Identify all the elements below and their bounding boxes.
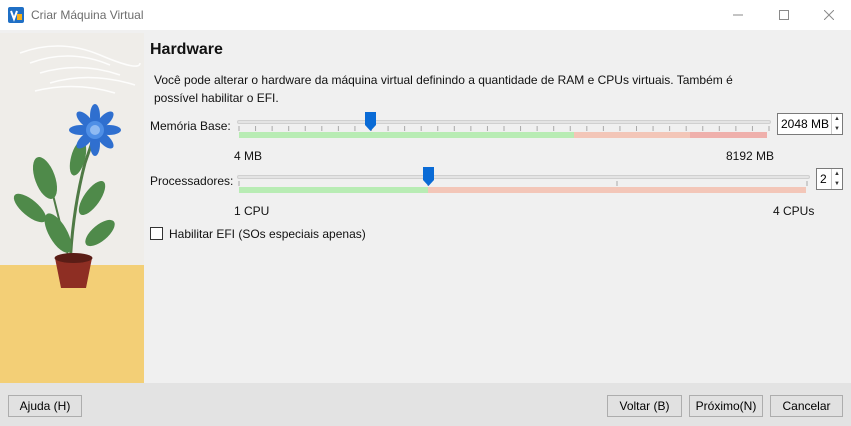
cpu-spin-arrows: ▲ ▼ [831,169,842,189]
cpu-slider-track[interactable] [237,175,810,179]
cpu-min-label: 1 CPU [234,204,270,218]
memory-slider-track[interactable] [237,120,771,124]
memory-value[interactable]: 2048 MB [778,117,829,131]
spin-down-icon[interactable]: ▼ [832,124,842,134]
efi-checkbox[interactable] [150,227,163,240]
cpu-max-label: 4 CPUs [773,204,815,218]
page-description: Você pode alterar o hardware da máquina … [154,73,733,105]
cpu-spinbox[interactable]: 2 ▲ ▼ [816,168,843,190]
memory-label: Memória Base: [150,119,231,133]
cpu-range-bar [239,187,806,193]
memory-min-label: 4 MB [234,149,263,163]
minimize-button[interactable] [715,0,761,30]
memory-range-bad [690,132,767,138]
efi-label[interactable]: Habilitar EFI (SOs especiais apenas) [169,227,366,241]
memory-spinbox[interactable]: 2048 MB ▲ ▼ [777,113,843,135]
spin-up-icon[interactable]: ▲ [832,114,842,124]
cpu-range-warn [428,187,806,193]
back-button[interactable]: Voltar (B) [607,395,682,417]
cancel-button[interactable]: Cancelar [770,395,843,417]
maximize-button[interactable] [761,0,807,30]
memory-slider-ticks [238,126,770,131]
close-button[interactable] [806,0,851,30]
help-button[interactable]: Ajuda (H) [8,395,82,417]
maximize-icon [779,10,789,20]
next-button[interactable]: Próximo(N) [689,395,763,417]
wizard-content: Hardware Você pode alterar o hardware da… [0,30,851,383]
cpu-range-ok [239,187,429,193]
cpu-slider-ticks [238,181,808,186]
memory-spin-arrows: ▲ ▼ [831,114,842,134]
cpu-label: Processadores: [150,174,234,188]
close-icon [824,10,834,20]
window-title: Criar Máquina Virtual [31,8,144,22]
memory-max-label: 8192 MB [726,149,775,163]
minimize-icon [733,14,743,16]
memory-slider-thumb[interactable] [365,112,376,131]
memory-range-bar [239,132,767,138]
button-bar: Ajuda (H) Voltar (B) Próximo(N) Cancelar [0,383,851,426]
virtualbox-icon [8,7,24,23]
spin-down-icon[interactable]: ▼ [832,179,842,189]
memory-range-warn [574,132,691,138]
spin-up-icon[interactable]: ▲ [832,169,842,179]
page-title: Hardware [150,41,223,58]
cpu-slider-thumb[interactable] [423,167,434,186]
memory-range-ok [239,132,575,138]
cpu-value[interactable]: 2 [817,172,827,186]
plant-illustration [0,33,144,383]
title-bar: Criar Máquina Virtual [0,0,851,30]
